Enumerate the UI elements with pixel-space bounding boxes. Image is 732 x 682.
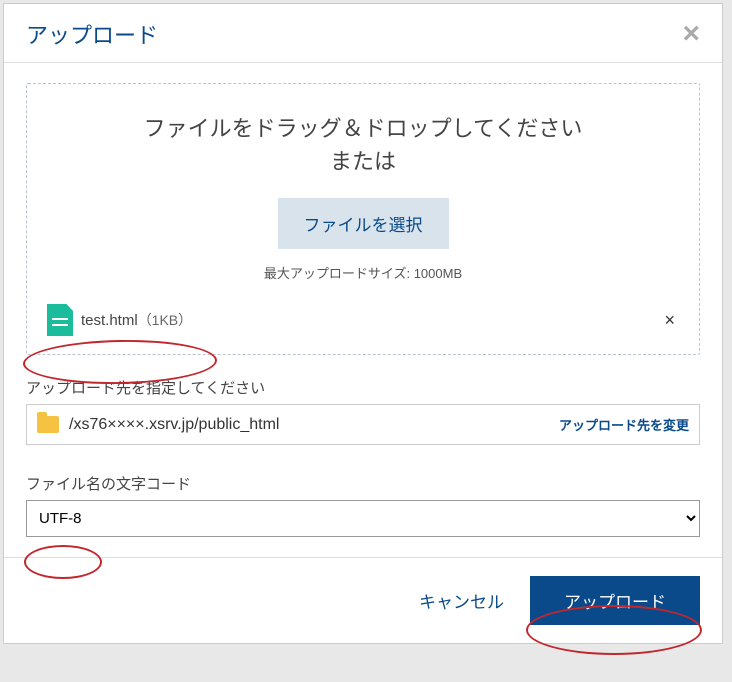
encoding-select[interactable]: UTF-8 bbox=[26, 500, 700, 537]
modal-footer: キャンセル アップロード bbox=[4, 557, 722, 643]
close-icon[interactable]: × bbox=[682, 19, 700, 49]
dropzone[interactable]: ファイルをドラッグ＆ドロップしてください または ファイルを選択 最大アップロー… bbox=[26, 83, 700, 355]
max-size-label: 最大アップロードサイズ: 1000MB bbox=[39, 263, 687, 282]
encoding-label: ファイル名の文字コード bbox=[26, 473, 700, 494]
folder-icon bbox=[37, 416, 59, 433]
modal-header: アップロード × bbox=[4, 4, 722, 63]
cancel-button[interactable]: キャンセル bbox=[419, 588, 504, 613]
destination-path: /xs76××××.xsrv.jp/public_html bbox=[69, 416, 559, 434]
remove-file-icon[interactable]: × bbox=[664, 310, 679, 331]
file-size: （1KB） bbox=[138, 310, 192, 330]
change-destination-link[interactable]: アップロード先を変更 bbox=[559, 415, 689, 434]
modal-title: アップロード bbox=[26, 18, 158, 50]
dropzone-text-1: ファイルをドラッグ＆ドロップしてください bbox=[39, 112, 687, 145]
upload-modal: アップロード × ファイルをドラッグ＆ドロップしてください または ファイルを選… bbox=[3, 3, 723, 644]
file-name: test.html bbox=[81, 312, 138, 329]
destination-box: /xs76××××.xsrv.jp/public_html アップロード先を変更 bbox=[26, 404, 700, 445]
upload-button[interactable]: アップロード bbox=[530, 576, 700, 625]
choose-file-button[interactable]: ファイルを選択 bbox=[278, 198, 449, 249]
modal-body: ファイルをドラッグ＆ドロップしてください または ファイルを選択 最大アップロー… bbox=[4, 63, 722, 557]
dropzone-text-2: または bbox=[39, 145, 687, 178]
file-row: test.html （1KB） × bbox=[39, 300, 687, 336]
file-icon bbox=[47, 304, 73, 336]
destination-label: アップロード先を指定してください bbox=[26, 377, 700, 398]
